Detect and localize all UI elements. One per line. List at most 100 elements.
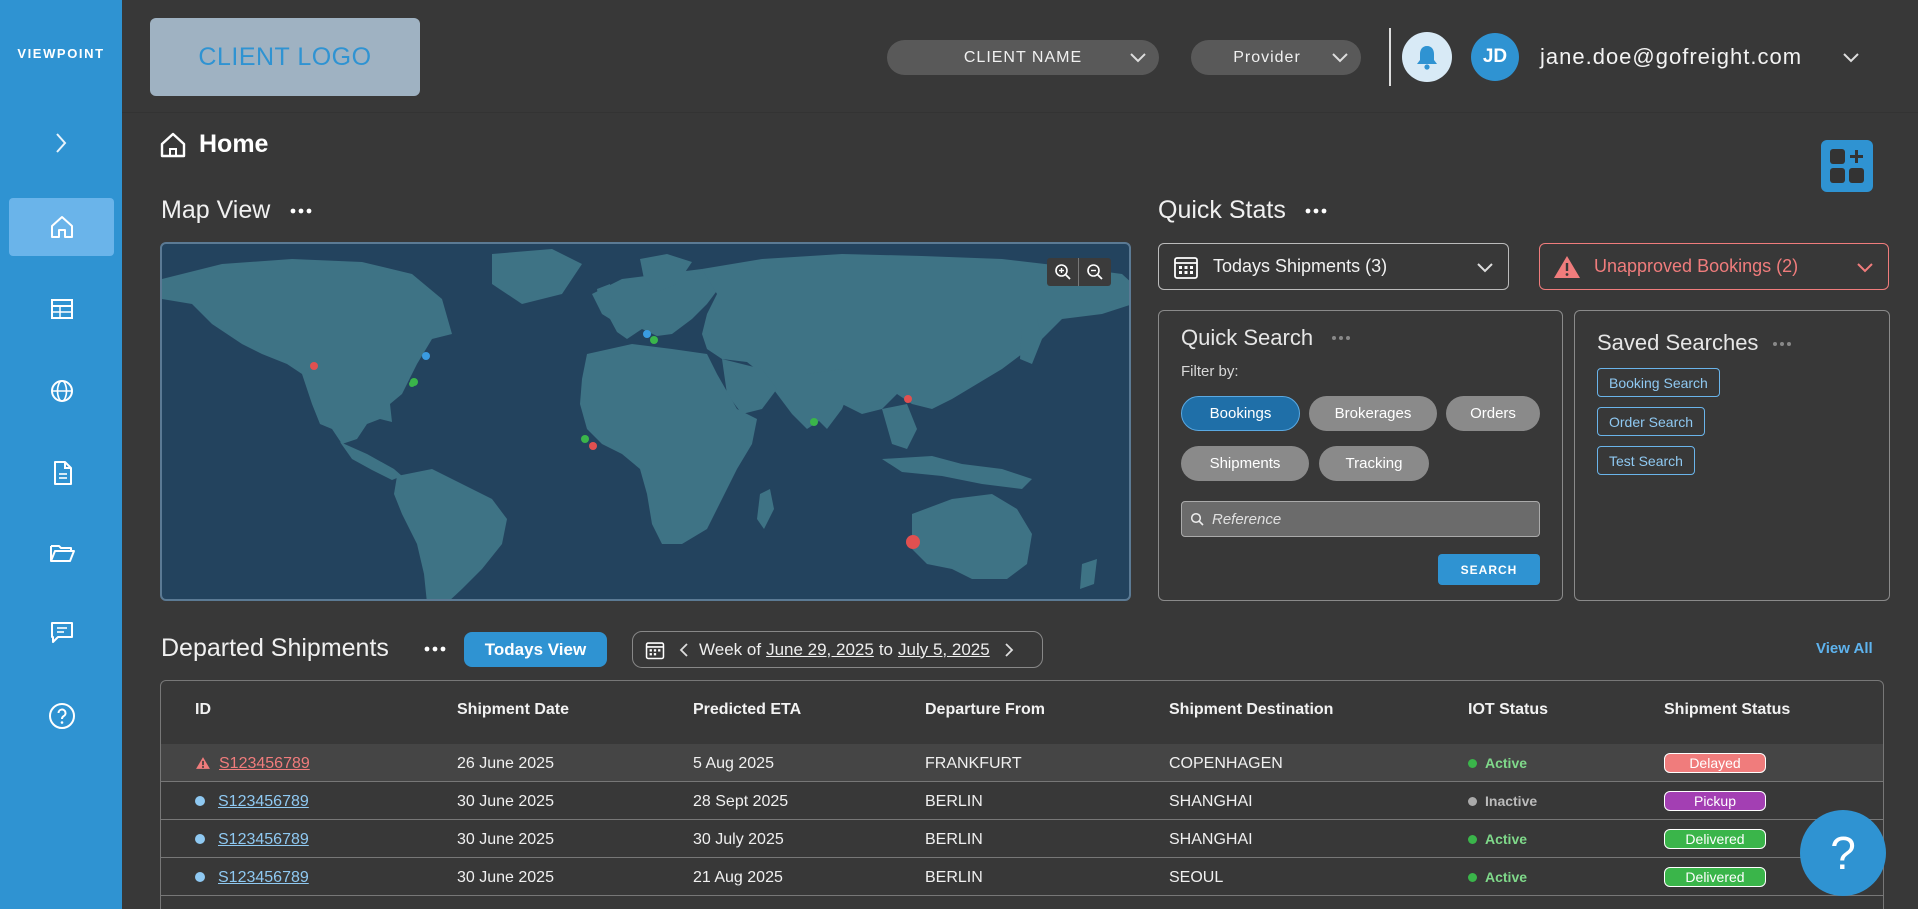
world-map[interactable] bbox=[160, 242, 1131, 601]
expand-sidebar-button[interactable] bbox=[46, 128, 76, 158]
top-header: CLIENT LOGO CLIENT NAME Provider JD jane… bbox=[122, 0, 1918, 113]
saved-searches-title: Saved Searches bbox=[1597, 330, 1759, 355]
status-badge: Delayed bbox=[1664, 753, 1766, 773]
row-indicator-dot bbox=[195, 872, 205, 882]
column-header[interactable]: IOT Status bbox=[1468, 701, 1548, 719]
shipment-destination: SEOUL bbox=[1169, 869, 1224, 886]
iot-status: Active bbox=[1468, 831, 1527, 847]
filter-chip-bookings[interactable]: Bookings bbox=[1181, 396, 1300, 431]
iot-status-label: Active bbox=[1485, 755, 1528, 771]
home-icon bbox=[50, 216, 73, 238]
shipment-id-link[interactable]: S123456789 bbox=[218, 831, 309, 849]
column-header[interactable]: Departure From bbox=[925, 701, 1045, 719]
iot-status: Active bbox=[1468, 755, 1527, 771]
document-icon bbox=[53, 461, 72, 485]
zoom-out-button[interactable] bbox=[1079, 258, 1111, 286]
search-button[interactable]: SEARCH bbox=[1438, 554, 1540, 585]
client-name-select[interactable]: CLIENT NAME bbox=[887, 40, 1159, 75]
table-icon bbox=[50, 299, 73, 319]
chevron-down-icon[interactable] bbox=[1842, 50, 1860, 64]
reference-input[interactable] bbox=[1212, 510, 1512, 528]
notifications-button[interactable] bbox=[1402, 32, 1452, 82]
saved-search-item[interactable]: Order Search bbox=[1597, 407, 1706, 436]
saved-search-item[interactable]: Booking Search bbox=[1597, 368, 1720, 397]
unapproved-bookings-select[interactable]: Unapproved Bookings (2) bbox=[1539, 243, 1889, 290]
saved-searches-panel: Saved Searches Booking Search Order Sear… bbox=[1574, 310, 1890, 601]
todays-shipments-select[interactable]: Todays Shipments (3) bbox=[1158, 243, 1509, 290]
sidebar-item-help[interactable] bbox=[9, 687, 114, 745]
filter-chip-brokerages[interactable]: Brokerages bbox=[1309, 396, 1437, 431]
iot-status: Active bbox=[1468, 869, 1527, 885]
saved-search-item[interactable]: Test Search bbox=[1597, 446, 1695, 475]
sidebar-item-documents[interactable] bbox=[9, 444, 114, 502]
column-header[interactable]: Shipment Date bbox=[457, 701, 569, 719]
departure-from: BERLIN bbox=[925, 793, 983, 810]
shipment-id-link[interactable]: S123456789 bbox=[219, 755, 310, 773]
map-view-title: Map View bbox=[161, 196, 271, 224]
sidebar-item-table[interactable] bbox=[9, 280, 114, 338]
help-button[interactable]: ? bbox=[1800, 810, 1886, 896]
chat-icon bbox=[50, 622, 73, 643]
world-map-land bbox=[162, 249, 1129, 599]
sidebar-item-messages[interactable] bbox=[9, 603, 114, 661]
column-header[interactable]: Shipment Status bbox=[1664, 701, 1790, 719]
iot-status-label: Active bbox=[1485, 869, 1528, 885]
home-icon bbox=[160, 132, 186, 158]
column-header[interactable]: Shipment Destination bbox=[1169, 701, 1333, 719]
chevron-right-icon[interactable] bbox=[1004, 642, 1014, 658]
todays-view-button[interactable]: Todays View bbox=[464, 632, 607, 667]
shipment-id-link[interactable]: S123456789 bbox=[218, 793, 309, 811]
table-row[interactable]: S123456789 26 June 2025 5 Aug 2025 FRANK… bbox=[161, 744, 1883, 782]
more-options-icon[interactable] bbox=[424, 645, 446, 653]
warning-icon bbox=[1554, 255, 1580, 278]
zoom-in-button[interactable] bbox=[1047, 258, 1079, 286]
status-badge: Pickup bbox=[1664, 791, 1766, 811]
zoom-out-icon bbox=[1087, 264, 1103, 280]
calendar-icon bbox=[1174, 256, 1198, 279]
folder-icon bbox=[49, 545, 75, 562]
page-title: Home bbox=[199, 130, 269, 158]
brand-logo: VIEWPOINT bbox=[17, 46, 105, 61]
chevron-down-icon bbox=[1857, 263, 1873, 273]
bell-icon bbox=[1417, 46, 1437, 70]
table-row[interactable]: S123456789 30 June 2025 21 Aug 2025 BERL… bbox=[161, 858, 1883, 896]
quick-search-title: Quick Search bbox=[1181, 325, 1314, 350]
more-options-icon[interactable] bbox=[290, 207, 312, 215]
filter-chip-tracking[interactable]: Tracking bbox=[1319, 446, 1429, 481]
chevron-left-icon[interactable] bbox=[679, 642, 689, 658]
view-all-link[interactable]: View All bbox=[1816, 640, 1873, 657]
departure-from: BERLIN bbox=[925, 831, 983, 848]
status-badge: Delivered bbox=[1664, 867, 1766, 887]
table-row[interactable]: S123456789 30 June 2025 28 Sept 2025 BER… bbox=[161, 782, 1883, 820]
filter-by-label: Filter by: bbox=[1181, 363, 1239, 380]
predicted-eta: 5 Aug 2025 bbox=[693, 755, 774, 772]
week-prefix: Week of bbox=[699, 639, 762, 659]
filter-chip-orders[interactable]: Orders bbox=[1446, 396, 1540, 431]
table-row[interactable]: S123456789 30 June 2025 30 July 2025 BER… bbox=[161, 820, 1883, 858]
filter-chip-shipments[interactable]: Shipments bbox=[1181, 446, 1309, 481]
column-header[interactable]: Predicted ETA bbox=[693, 701, 801, 719]
week-end-date[interactable]: July 5, 2025 bbox=[898, 640, 990, 660]
status-badge: Delivered bbox=[1664, 829, 1766, 849]
user-email[interactable]: jane.doe@gofreight.com bbox=[1540, 44, 1802, 70]
more-options-icon[interactable] bbox=[1305, 207, 1327, 215]
unapproved-bookings-label: Unapproved Bookings (2) bbox=[1594, 256, 1799, 276]
shipment-id-link[interactable]: S123456789 bbox=[218, 869, 309, 887]
row-indicator-dot bbox=[195, 796, 205, 806]
quick-stats-title: Quick Stats bbox=[1158, 196, 1286, 224]
departed-shipments-table: ID Shipment Date Predicted ETA Departure… bbox=[160, 680, 1884, 909]
avatar[interactable]: JD bbox=[1471, 33, 1519, 81]
status-dot bbox=[1468, 834, 1477, 844]
more-options-icon[interactable] bbox=[1772, 341, 1792, 347]
provider-select[interactable]: Provider bbox=[1191, 40, 1361, 75]
week-start-date[interactable]: June 29, 2025 bbox=[766, 640, 874, 660]
column-header[interactable]: ID bbox=[195, 701, 211, 719]
predicted-eta: 28 Sept 2025 bbox=[693, 793, 789, 810]
more-options-icon[interactable] bbox=[1331, 335, 1351, 341]
sidebar-item-home[interactable] bbox=[9, 198, 114, 256]
reference-search-field bbox=[1181, 501, 1540, 537]
shipment-destination: COPENHAGEN bbox=[1169, 755, 1283, 772]
add-widget-button[interactable] bbox=[1821, 140, 1873, 192]
sidebar-item-globe[interactable] bbox=[9, 362, 114, 420]
sidebar-item-folders[interactable] bbox=[9, 524, 114, 582]
